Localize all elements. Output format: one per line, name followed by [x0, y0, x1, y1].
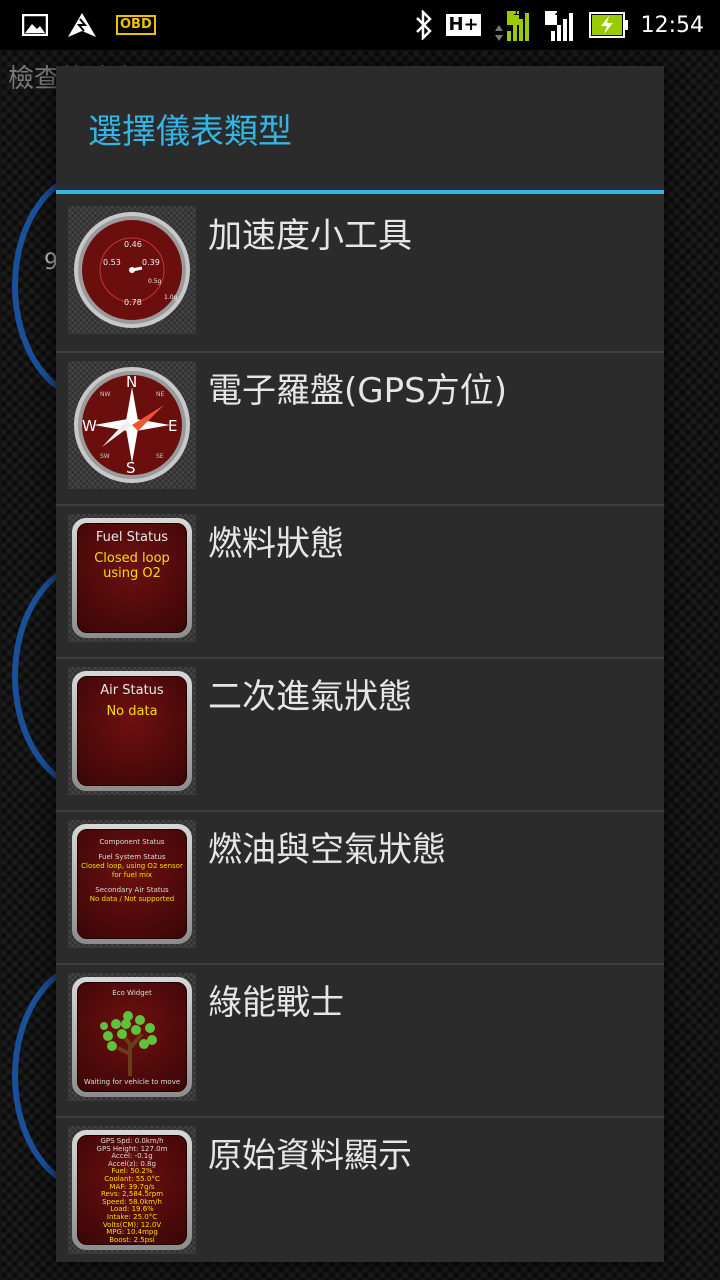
list-item-label: 燃料狀態: [208, 524, 344, 564]
list-item-compass[interactable]: N S W E NW NE SW SE 電子羅盤(GPS方位): [56, 351, 664, 504]
panel-frame: Fuel Status Closed loop using O2: [72, 518, 192, 638]
panel-face: Fuel Status Closed loop using O2: [77, 523, 187, 633]
panel-frame: Eco Widget Waiting for vehicle to move: [72, 977, 192, 1097]
compass-ne: NE: [156, 391, 165, 398]
list-item-fuel-status[interactable]: Fuel Status Closed loop using O2 燃料狀態: [56, 504, 664, 657]
accel-left-value: 0.53: [103, 258, 121, 267]
obd-icon: OBD: [116, 15, 156, 35]
eco-widget-tree-icon: Eco Widget Waiting for vehicle to move: [68, 973, 196, 1101]
panel-line: Secondary Air Status: [95, 886, 169, 894]
accel-unit-label: 0.5g: [148, 278, 162, 285]
compass-nw: NW: [100, 391, 111, 398]
panel-frame: Component Status Fuel System Status Clos…: [72, 824, 192, 944]
compass-n: N: [126, 373, 138, 391]
compass-gauge-icon: N S W E NW NE SW SE: [68, 361, 196, 489]
tree-icon: [100, 1011, 157, 1076]
panel-frame: GPS Spd: 0.0km/h GPS Height: 127.0m Acce…: [72, 1130, 192, 1250]
gauge-type-dialog: 選擇儀表類型 0.46 0.53 0.39 0.78 0.5g 1.0g 加速度…: [56, 66, 664, 1262]
compass-s: S: [126, 459, 136, 477]
panel-face: Component Status Fuel System Status Clos…: [77, 829, 187, 939]
raw-row: Boost: 2.5psi: [109, 1235, 155, 1244]
panel-line: Fuel System Status: [98, 853, 166, 861]
panel-title: Fuel Status: [95, 530, 169, 545]
panel-value: Closed loop using O2: [94, 551, 170, 581]
panel-line: Closed loop, using O2 sensor for fuel mi…: [81, 862, 183, 879]
compass-e: E: [168, 417, 178, 435]
accelerometer-gauge-icon: 0.46 0.53 0.39 0.78 0.5g 1.0g: [68, 206, 196, 334]
panel-title: Air Status: [100, 683, 164, 698]
component-status-panel-icon: Component Status Fuel System Status Clos…: [68, 820, 196, 948]
list-item-accelerometer[interactable]: 0.46 0.53 0.39 0.78 0.5g 1.0g 加速度小工具: [56, 198, 664, 351]
panel-frame: Air Status No data: [72, 671, 192, 791]
panel-footer: Waiting for vehicle to move: [83, 1078, 181, 1086]
battery-charging-icon: [588, 12, 629, 38]
list-item-label: 燃油與空氣狀態: [208, 830, 446, 870]
image-icon: [22, 14, 48, 36]
fuel-status-panel-icon: Fuel Status Closed loop using O2: [68, 514, 196, 642]
list-item-label: 二次進氣狀態: [208, 677, 412, 717]
panel-face: Air Status No data: [77, 676, 187, 786]
sim1-label: 1: [512, 4, 520, 18]
bluetooth-icon: [414, 10, 434, 40]
accel-bottom-value: 0.78: [124, 298, 142, 307]
sim2-label: 2: [554, 4, 562, 18]
dialog-title: 選擇儀表類型: [56, 66, 664, 194]
clock: 12:54: [640, 12, 704, 38]
list-item-label: 綠能戰士: [208, 983, 344, 1023]
panel-line: No data / Not supported: [89, 895, 175, 903]
gauge-type-list: 0.46 0.53 0.39 0.78 0.5g 1.0g 加速度小工具 N S…: [56, 198, 664, 1269]
status-bar: OBD H+ 1 2 12:54: [0, 0, 720, 50]
list-item-label: 加速度小工具: [208, 216, 412, 256]
panel-value: No data: [106, 704, 158, 719]
list-item-label: 電子羅盤(GPS方位): [208, 371, 507, 411]
list-item-raw-data[interactable]: GPS Spd: 0.0km/h GPS Height: 127.0m Acce…: [56, 1116, 664, 1269]
accel-scale-label: 1.0g: [164, 294, 178, 301]
panel-title: Eco Widget: [112, 989, 152, 997]
accel-top-value: 0.46: [124, 240, 142, 249]
air-status-panel-icon: Air Status No data: [68, 667, 196, 795]
raw-data-panel-icon: GPS Spd: 0.0km/h GPS Height: 127.0m Acce…: [68, 1126, 196, 1254]
network-type-badge: H+: [446, 14, 481, 36]
compass-se: SE: [156, 453, 164, 460]
panel-title: Component Status: [99, 838, 165, 846]
compass-w: W: [82, 417, 97, 435]
panel-face: Eco Widget Waiting for vehicle to move: [77, 982, 187, 1092]
list-item-eco-widget[interactable]: Eco Widget Waiting for vehicle to move 綠…: [56, 963, 664, 1116]
list-item-component-status[interactable]: Component Status Fuel System Status Clos…: [56, 810, 664, 963]
list-item-label: 原始資料顯示: [208, 1136, 412, 1176]
compass-sw: SW: [100, 453, 110, 460]
accel-right-value: 0.39: [142, 258, 160, 267]
panel-face: GPS Spd: 0.0km/h GPS Height: 127.0m Acce…: [77, 1135, 187, 1245]
nav-arrow-icon: [66, 11, 98, 39]
list-item-air-status[interactable]: Air Status No data 二次進氣狀態: [56, 657, 664, 810]
